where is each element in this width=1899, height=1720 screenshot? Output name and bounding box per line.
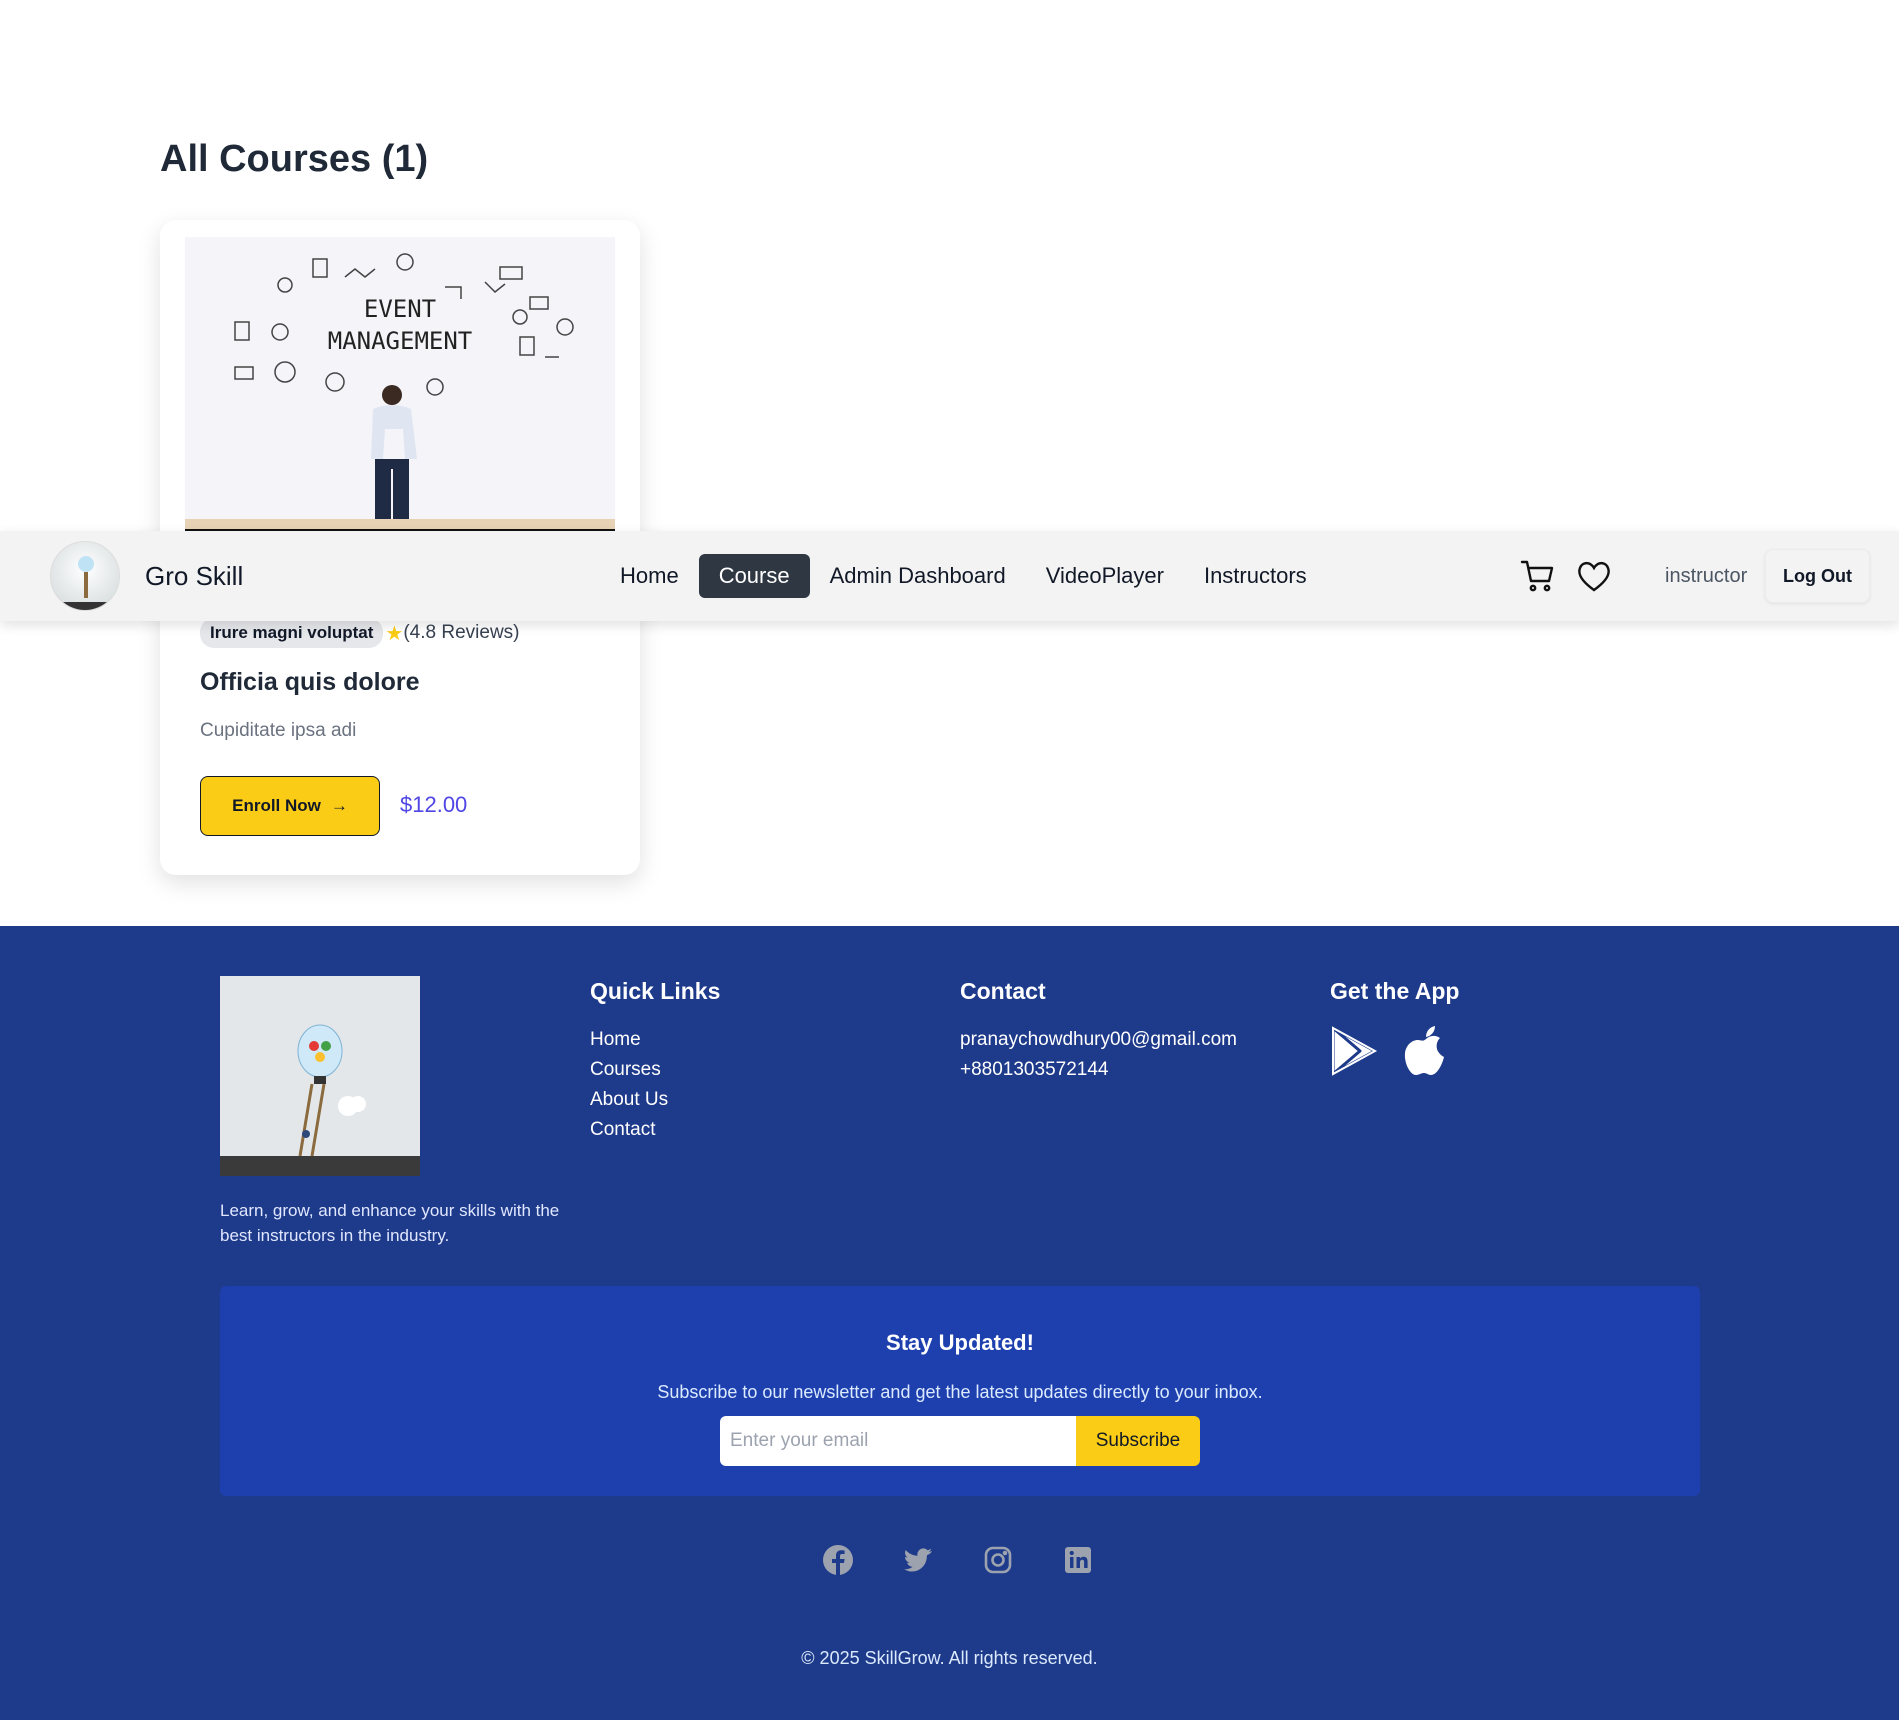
course-description: Cupiditate ipsa adi bbox=[200, 720, 357, 741]
contact-title: Contact bbox=[960, 978, 1046, 1004]
contact-phone[interactable]: +8801303572144 bbox=[960, 1055, 1237, 1085]
cart-icon[interactable] bbox=[1520, 559, 1556, 593]
course-title[interactable]: Officia quis dolore bbox=[200, 668, 419, 697]
enroll-label: Enroll Now bbox=[232, 796, 321, 815]
twitter-icon[interactable] bbox=[902, 1544, 934, 1576]
star-icon: ★ bbox=[385, 622, 404, 645]
contact-email[interactable]: pranaychowdhury00@gmail.com bbox=[960, 1025, 1237, 1055]
email-input[interactable] bbox=[720, 1416, 1076, 1466]
brand-name[interactable]: Gro Skill bbox=[145, 561, 243, 592]
app-section: Get the App bbox=[1330, 978, 1459, 1082]
contact-section: Contact pranaychowdhury00@gmail.com +880… bbox=[960, 978, 1237, 1085]
apple-icon[interactable] bbox=[1404, 1025, 1448, 1082]
footer: Learn, grow, and enhance your skills wit… bbox=[0, 926, 1899, 1720]
enroll-now-button[interactable]: Enroll Now → bbox=[200, 776, 380, 836]
facebook-icon[interactable] bbox=[822, 1544, 854, 1576]
quick-links-title: Quick Links bbox=[590, 978, 721, 1004]
quick-links: Quick Links Home Courses About Us Contac… bbox=[590, 978, 720, 1145]
course-price: $12.00 bbox=[400, 792, 468, 817]
google-play-icon[interactable] bbox=[1330, 1026, 1378, 1081]
course-meta: Irure magni voluptat ★ (4.8 Reviews) bbox=[200, 618, 520, 648]
copyright: © 2025 SkillGrow. All rights reserved. bbox=[801, 1648, 1098, 1668]
rating-text: (4.8 Reviews) bbox=[403, 622, 520, 643]
footer-link-courses[interactable]: Courses bbox=[590, 1055, 720, 1085]
nav-instructors[interactable]: Instructors bbox=[1184, 554, 1327, 598]
thumbnail-text-2: MANAGEMENT bbox=[328, 327, 473, 355]
navbar: Gro Skill Home Course Admin Dashboard Vi… bbox=[0, 531, 1899, 621]
nav-admin-dashboard[interactable]: Admin Dashboard bbox=[810, 554, 1026, 598]
category-tag: Irure magni voluptat bbox=[200, 618, 384, 648]
footer-about: Learn, grow, and enhance your skills wit… bbox=[220, 1201, 560, 1245]
footer-link-contact[interactable]: Contact bbox=[590, 1115, 720, 1145]
heart-icon[interactable] bbox=[1576, 559, 1612, 593]
newsletter-title: Stay Updated! bbox=[886, 1330, 1034, 1355]
course-thumbnail[interactable]: EVENT MANAGEMENT bbox=[185, 237, 615, 537]
logout-button[interactable]: Log Out bbox=[1765, 549, 1870, 603]
footer-link-home[interactable]: Home bbox=[590, 1025, 720, 1055]
instagram-icon[interactable] bbox=[982, 1544, 1014, 1576]
brand-logo[interactable] bbox=[50, 541, 120, 611]
newsletter-subtitle: Subscribe to our newsletter and get the … bbox=[657, 1382, 1263, 1402]
newsletter-box: Stay Updated! Subscribe to our newslette… bbox=[220, 1286, 1700, 1496]
social-links bbox=[822, 1544, 1094, 1576]
nav-links: Home Course Admin Dashboard VideoPlayer … bbox=[600, 554, 1327, 598]
footer-logo bbox=[220, 976, 420, 1176]
linkedin-icon[interactable] bbox=[1062, 1544, 1094, 1576]
nav-home[interactable]: Home bbox=[600, 554, 699, 598]
thumbnail-text-1: EVENT bbox=[364, 295, 436, 323]
newsletter-form: Subscribe bbox=[720, 1416, 1200, 1466]
footer-link-about[interactable]: About Us bbox=[590, 1085, 720, 1115]
arrow-right-icon: → bbox=[330, 796, 348, 815]
nav-course[interactable]: Course bbox=[698, 554, 810, 598]
subscribe-button[interactable]: Subscribe bbox=[1076, 1416, 1200, 1466]
user-name: instructor bbox=[1665, 565, 1748, 587]
page-title: All Courses (1) bbox=[160, 138, 429, 180]
nav-videoplayer[interactable]: VideoPlayer bbox=[1026, 554, 1184, 598]
app-title: Get the App bbox=[1330, 978, 1460, 1004]
